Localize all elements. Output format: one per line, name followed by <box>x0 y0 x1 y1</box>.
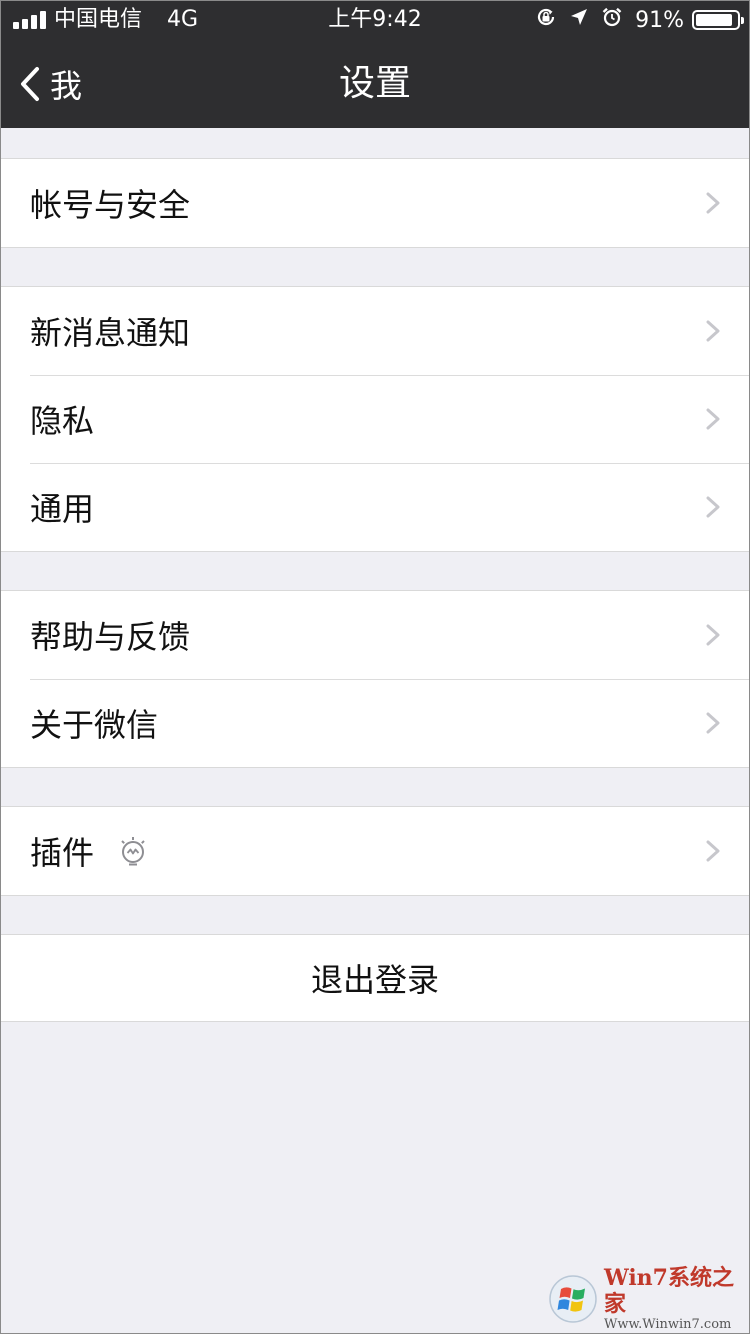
settings-row-about[interactable]: 关于微信 <box>0 679 750 767</box>
chevron-right-icon <box>702 320 724 342</box>
battery-fill <box>696 14 732 26</box>
battery-nub <box>741 17 744 24</box>
windows-logo-icon <box>548 1274 598 1324</box>
row-label: 关于微信 <box>30 706 159 744</box>
status-icons: 91% <box>535 6 744 34</box>
logout-group: 退出登录 <box>0 934 750 1022</box>
page-title: 设置 <box>338 63 411 104</box>
settings-row-help-feedback[interactable]: 帮助与反馈 <box>0 591 750 679</box>
settings-row-notifications[interactable]: 新消息通知 <box>0 287 750 375</box>
watermark-url: Www.Winwin7.com <box>604 1317 732 1332</box>
top-bar: 中国电信 4G 上午9:42 91% 我 设置 <box>0 0 750 128</box>
status-bar: 中国电信 4G 上午9:42 91% <box>0 0 750 40</box>
alarm-icon <box>601 6 623 34</box>
battery-percent: 91% <box>635 7 684 33</box>
watermark-text: Win7系统之家 Www.Winwin7.com <box>604 1265 744 1333</box>
row-label: 帮助与反馈 <box>30 618 191 656</box>
settings-row-plugins[interactable]: 插件 <box>0 807 750 895</box>
settings-group-general: 新消息通知 隐私 通用 <box>0 286 750 552</box>
location-arrow-icon <box>569 7 589 33</box>
chevron-right-icon <box>702 840 724 862</box>
chevron-right-icon <box>702 496 724 518</box>
chevron-right-icon <box>702 192 724 214</box>
row-label: 通用 <box>30 490 95 528</box>
logout-button[interactable]: 退出登录 <box>0 935 750 1021</box>
row-label: 新消息通知 <box>30 314 191 352</box>
watermark-title: Win7系统之家 <box>604 1265 734 1317</box>
chevron-right-icon <box>702 408 724 430</box>
chevron-right-icon <box>702 712 724 734</box>
lightbulb-icon <box>118 835 148 869</box>
watermark: Win7系统之家 Www.Winwin7.com <box>548 1265 744 1332</box>
battery-icon <box>692 10 744 30</box>
settings-group-plugins: 插件 <box>0 806 750 896</box>
row-label: 插件 <box>30 834 95 872</box>
settings-group-account: 帐号与安全 <box>0 158 750 248</box>
chevron-right-icon <box>702 624 724 646</box>
row-label: 隐私 <box>30 402 95 440</box>
settings-group-help: 帮助与反馈 关于微信 <box>0 590 750 768</box>
settings-row-privacy[interactable]: 隐私 <box>0 375 750 463</box>
rotation-lock-icon <box>535 6 557 34</box>
settings-row-account-security[interactable]: 帐号与安全 <box>0 159 750 247</box>
row-label: 帐号与安全 <box>30 186 191 224</box>
settings-row-general[interactable]: 通用 <box>0 463 750 551</box>
